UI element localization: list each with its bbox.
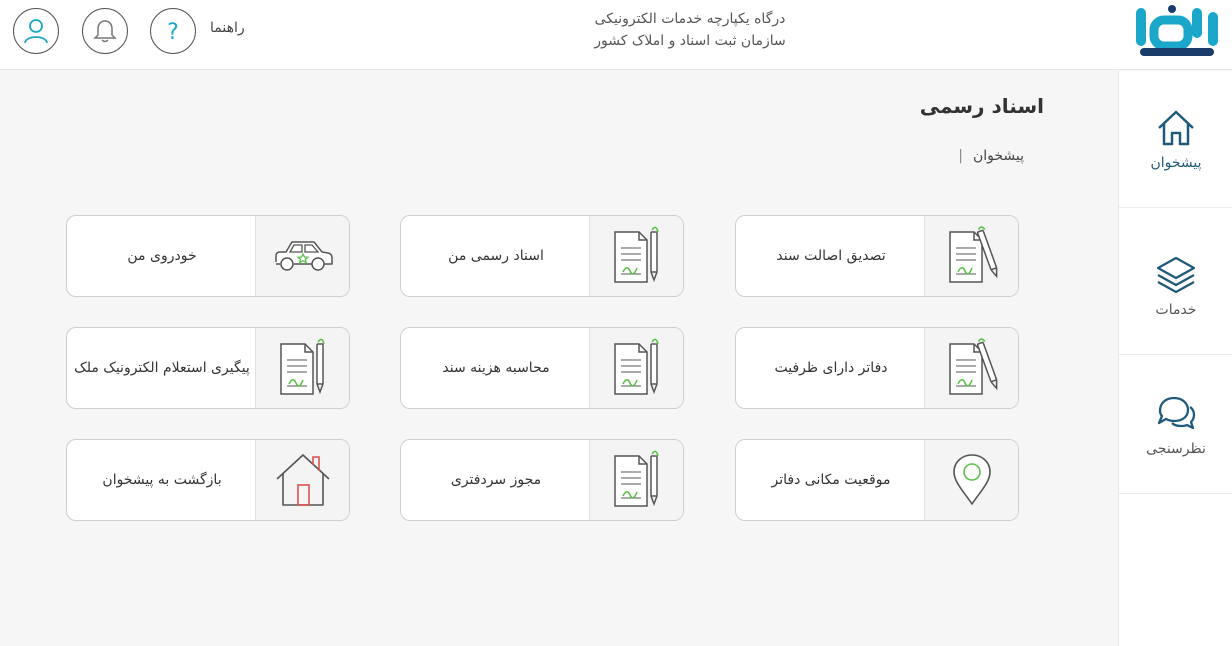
user-icon: [24, 19, 48, 44]
sidebar-item-dashboard[interactable]: پیشخوان: [1119, 71, 1232, 208]
notifications-button[interactable]: [82, 8, 128, 54]
signed-document-icon: [948, 338, 997, 395]
card-my-car[interactable]: خودروی من: [66, 215, 350, 297]
card-label: خودروی من: [127, 248, 197, 264]
layers-icon: [1156, 256, 1196, 294]
card-verify-document[interactable]: تصدیق اصالت سند: [735, 215, 1019, 297]
logo-icon[interactable]: [1132, 4, 1222, 60]
card-label: اسناد رسمی من: [448, 248, 544, 264]
svg-text:?: ?: [167, 20, 179, 45]
organization-title: درگاه یکپارچه خدمات الکترونیکی سازمان ثب…: [540, 8, 840, 52]
location-pin-icon: [952, 454, 991, 505]
signed-document-icon: [613, 226, 659, 283]
card-label: مجوز سردفتری: [450, 472, 542, 488]
card-label: پیگیری استعلام الکترونیک ملک: [74, 360, 250, 376]
card-label: موقعیت مکانی دفاتر: [771, 472, 891, 488]
help-label[interactable]: راهنما: [210, 20, 245, 36]
card-property-inquiry-tracking[interactable]: پیگیری استعلام الکترونیک ملک: [66, 327, 350, 409]
chat-icon: [1157, 396, 1196, 430]
signed-document-icon: [948, 226, 997, 283]
sidebar: پیشخوان خدمات نظرسنجی: [1118, 71, 1232, 646]
breadcrumb-item-dashboard[interactable]: پیشخوان: [973, 148, 1024, 164]
card-office-locations[interactable]: موقعیت مکانی دفاتر: [735, 439, 1019, 521]
signed-document-icon: [613, 450, 659, 507]
card-label: تصدیق اصالت سند: [776, 248, 886, 264]
org-title-line1: درگاه یکپارچه خدمات الکترونیکی: [594, 11, 786, 27]
bell-icon: [93, 20, 117, 43]
sidebar-item-survey[interactable]: نظرسنجی: [1119, 357, 1232, 494]
home-icon: [1158, 110, 1194, 146]
card-offices-with-capacity[interactable]: دفاتر دارای ظرفیت: [735, 327, 1019, 409]
sidebar-item-label: پیشخوان: [1150, 155, 1202, 171]
org-title-line2: سازمان ثبت اسناد و املاک کشور: [594, 33, 786, 49]
card-label: بازگشت به پیشخوان: [102, 472, 222, 488]
help-icon: ?: [167, 20, 179, 45]
signed-document-icon: [613, 338, 659, 395]
car-icon: [274, 241, 333, 271]
card-document-cost-calculation[interactable]: محاسبه هزینه سند: [400, 327, 684, 409]
sidebar-item-services[interactable]: خدمات: [1119, 218, 1232, 355]
card-label: دفاتر دارای ظرفیت: [774, 360, 888, 376]
help-button[interactable]: ?: [150, 8, 196, 54]
card-label: محاسبه هزینه سند: [442, 360, 550, 376]
breadcrumb: پیشخوان |: [958, 148, 1024, 164]
sidebar-item-label: خدمات: [1155, 302, 1197, 318]
top-header: درگاه یکپارچه خدمات الکترونیکی سازمان ثب…: [0, 0, 1232, 70]
card-my-official-documents[interactable]: اسناد رسمی من: [400, 215, 684, 297]
house-icon: [275, 454, 330, 506]
signed-document-icon: [279, 338, 325, 395]
card-back-to-dashboard[interactable]: بازگشت به پیشخوان: [66, 439, 350, 521]
breadcrumb-separator: |: [958, 148, 963, 164]
page-title: اسناد رسمی: [919, 94, 1044, 118]
sidebar-item-label: نظرسنجی: [1146, 441, 1206, 457]
card-notary-license[interactable]: مجوز سردفتری: [400, 439, 684, 521]
user-profile-button[interactable]: [13, 8, 59, 54]
